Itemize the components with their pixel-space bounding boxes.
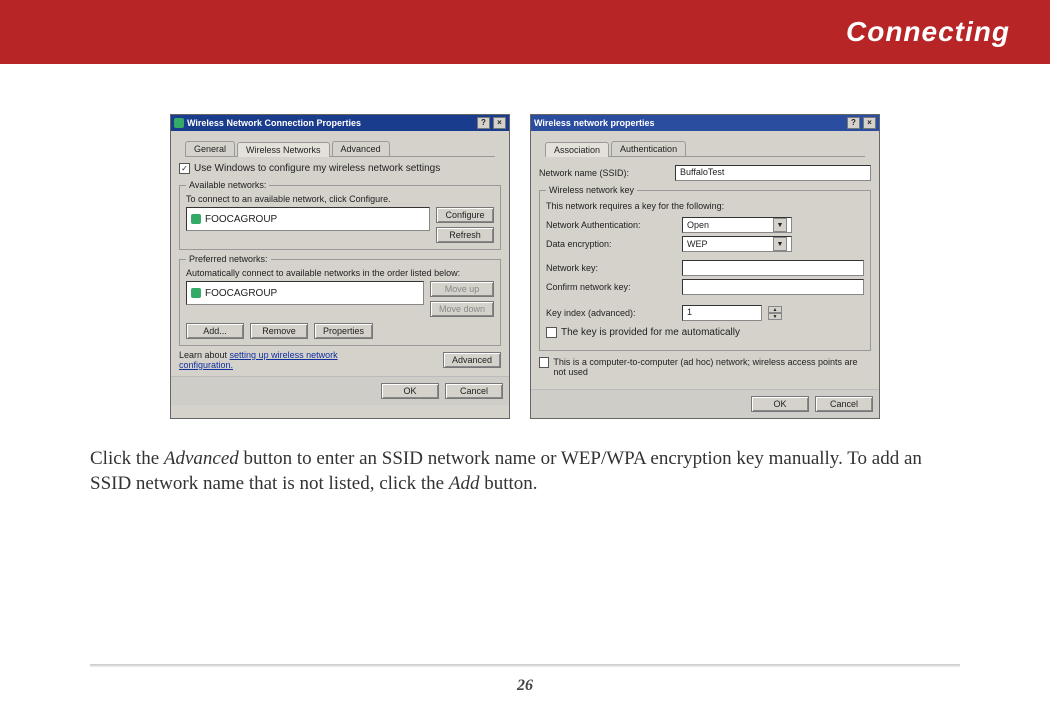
wireless-connection-properties-dialog: Wireless Network Connection Properties ?… bbox=[170, 114, 510, 419]
close-icon[interactable]: × bbox=[493, 117, 506, 129]
preferred-item: FOOCAGROUP bbox=[205, 288, 277, 299]
confirm-input[interactable] bbox=[682, 279, 864, 295]
preferred-legend: Preferred networks: bbox=[186, 254, 271, 264]
tab-strip: General Wireless Networks Advanced bbox=[185, 141, 495, 157]
caption-pre: Click the bbox=[90, 448, 164, 469]
learn-about: Learn about setting up wireless network … bbox=[179, 350, 379, 370]
signal-icon bbox=[191, 288, 201, 298]
use-windows-checkbox[interactable]: ✓ bbox=[179, 163, 190, 174]
key-legend: Wireless network key bbox=[546, 185, 637, 195]
page-number: 26 bbox=[0, 677, 1050, 695]
caption-em-advanced: Advanced bbox=[164, 448, 239, 469]
ssid-input[interactable]: BuffaloTest bbox=[675, 165, 871, 181]
move-down-button[interactable]: Move down bbox=[430, 301, 494, 317]
cancel-button[interactable]: Cancel bbox=[815, 396, 873, 412]
footer-divider bbox=[90, 663, 960, 667]
caption-em-add: Add bbox=[449, 473, 480, 494]
auth-value: Open bbox=[687, 220, 709, 230]
window-title: Wireless Network Connection Properties bbox=[187, 118, 474, 128]
help-icon[interactable]: ? bbox=[847, 117, 860, 129]
wireless-key-group: Wireless network key This network requir… bbox=[539, 185, 871, 351]
app-icon bbox=[174, 118, 184, 128]
screenshot-row: Wireless Network Connection Properties ?… bbox=[0, 114, 1050, 419]
instruction-text: Click the Advanced button to enter an SS… bbox=[90, 447, 960, 496]
signal-icon bbox=[191, 214, 201, 224]
remove-button[interactable]: Remove bbox=[250, 323, 308, 339]
netkey-input[interactable] bbox=[682, 260, 864, 276]
close-icon[interactable]: × bbox=[863, 117, 876, 129]
wireless-network-properties-dialog: Wireless network properties ? × Associat… bbox=[530, 114, 880, 419]
keyindex-label: Key index (advanced): bbox=[546, 308, 676, 318]
dialog-body: Association Authentication Network name … bbox=[531, 131, 879, 389]
add-button[interactable]: Add... bbox=[186, 323, 244, 339]
tab-general[interactable]: General bbox=[185, 141, 235, 156]
available-item: FOOCAGROUP bbox=[205, 214, 277, 225]
page-title: Connecting bbox=[846, 16, 1010, 48]
page-header: Connecting bbox=[0, 0, 1050, 64]
preferred-networks-group: Preferred networks: Automatically connec… bbox=[179, 254, 501, 346]
tab-advanced[interactable]: Advanced bbox=[332, 141, 390, 156]
preferred-list[interactable]: FOOCAGROUP bbox=[186, 281, 424, 305]
dialog-body: General Wireless Networks Advanced ✓ Use… bbox=[171, 131, 509, 376]
key-hint: This network requires a key for the foll… bbox=[546, 201, 864, 211]
help-icon[interactable]: ? bbox=[477, 117, 490, 129]
autokey-label: The key is provided for me automatically bbox=[561, 327, 740, 338]
confirm-label: Confirm network key: bbox=[546, 282, 676, 292]
autokey-checkbox[interactable] bbox=[546, 327, 557, 338]
available-hint: To connect to an available network, clic… bbox=[186, 194, 494, 204]
tab-authentication[interactable]: Authentication bbox=[611, 141, 686, 156]
chevron-down-icon: ▼ bbox=[773, 237, 787, 251]
enc-dropdown[interactable]: WEP ▼ bbox=[682, 236, 792, 252]
available-legend: Available networks: bbox=[186, 180, 269, 190]
enc-value: WEP bbox=[687, 239, 708, 249]
spin-down-icon[interactable]: ▼ bbox=[768, 313, 782, 320]
spin-up-icon[interactable]: ▲ bbox=[768, 306, 782, 313]
title-bar: Wireless Network Connection Properties ?… bbox=[171, 115, 509, 131]
auth-label: Network Authentication: bbox=[546, 220, 676, 230]
advanced-button[interactable]: Advanced bbox=[443, 352, 501, 368]
tab-strip: Association Authentication bbox=[545, 141, 865, 157]
auth-dropdown[interactable]: Open ▼ bbox=[682, 217, 792, 233]
dialog-footer: OK Cancel bbox=[171, 376, 509, 405]
ok-button[interactable]: OK bbox=[381, 383, 439, 399]
ssid-label: Network name (SSID): bbox=[539, 168, 669, 178]
enc-label: Data encryption: bbox=[546, 239, 676, 249]
preferred-hint: Automatically connect to available netwo… bbox=[186, 268, 494, 278]
chevron-down-icon: ▼ bbox=[773, 218, 787, 232]
adhoc-checkbox[interactable] bbox=[539, 357, 549, 368]
tab-wireless-networks[interactable]: Wireless Networks bbox=[237, 142, 330, 157]
refresh-button[interactable]: Refresh bbox=[436, 227, 494, 243]
title-bar: Wireless network properties ? × bbox=[531, 115, 879, 131]
netkey-label: Network key: bbox=[546, 263, 676, 273]
use-windows-label: Use Windows to configure my wireless net… bbox=[194, 163, 440, 174]
available-networks-group: Available networks: To connect to an ava… bbox=[179, 180, 501, 250]
configure-button[interactable]: Configure bbox=[436, 207, 494, 223]
move-up-button[interactable]: Move up bbox=[430, 281, 494, 297]
properties-button[interactable]: Properties bbox=[314, 323, 373, 339]
use-windows-row: ✓ Use Windows to configure my wireless n… bbox=[179, 163, 501, 174]
dialog-footer: OK Cancel bbox=[531, 389, 879, 418]
tab-association[interactable]: Association bbox=[545, 142, 609, 157]
available-list[interactable]: FOOCAGROUP bbox=[186, 207, 430, 231]
caption-post: button. bbox=[479, 473, 537, 494]
learn-text: Learn about bbox=[179, 350, 230, 360]
adhoc-label: This is a computer-to-computer (ad hoc) … bbox=[553, 357, 871, 377]
keyindex-input[interactable]: 1 bbox=[682, 305, 762, 321]
ok-button[interactable]: OK bbox=[751, 396, 809, 412]
window-title: Wireless network properties bbox=[534, 118, 844, 128]
cancel-button[interactable]: Cancel bbox=[445, 383, 503, 399]
